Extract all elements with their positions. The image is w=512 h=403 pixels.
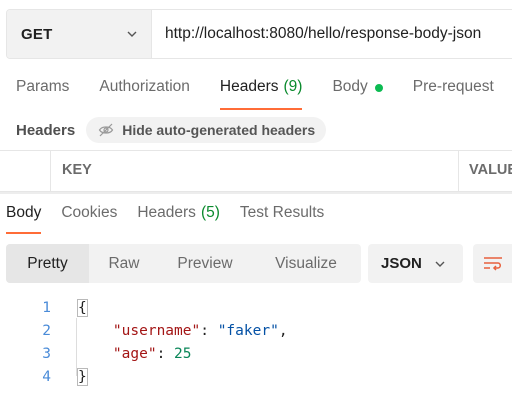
method-select[interactable]: GET: [7, 10, 152, 58]
headers-toolbar: Headers Hide auto-generated headers: [16, 116, 327, 144]
body-status-dot: [374, 84, 383, 92]
request-tabs: Params Authorization Headers (9) Body Pre…: [16, 78, 512, 110]
code-text: "username": "faker",: [78, 323, 288, 339]
json-colon: :: [156, 346, 175, 362]
json-key: "age": [112, 346, 157, 362]
tab-body-label: Body: [332, 78, 368, 95]
code-text: }: [77, 368, 88, 386]
tab-params-label: Params: [16, 78, 70, 95]
json-string-value: "faker": [217, 323, 279, 339]
hide-auto-headers-label: Hide auto-generated headers: [122, 122, 316, 138]
tab-headers[interactable]: Headers (9): [219, 78, 303, 110]
tab-authorization[interactable]: Authorization: [99, 78, 189, 110]
code-text: {: [77, 299, 88, 317]
url-input[interactable]: http://localhost:8080/hello/response-bod…: [152, 10, 512, 58]
format-label: JSON: [381, 255, 422, 272]
tab-body[interactable]: Body: [332, 78, 383, 110]
code-line: 3 "age": 25: [0, 344, 512, 367]
code-line: 1 {: [0, 298, 512, 321]
hide-auto-headers-button[interactable]: Hide auto-generated headers: [86, 117, 327, 143]
headers-title: Headers: [16, 121, 76, 139]
view-raw-button[interactable]: Raw: [89, 244, 159, 283]
tab-pre-request[interactable]: Pre-request: [413, 78, 494, 110]
view-preview-button[interactable]: Preview: [159, 244, 251, 283]
tab-headers-label: Headers: [219, 78, 279, 95]
line-number: 1: [42, 300, 51, 316]
view-pretty-button[interactable]: Pretty: [6, 244, 89, 283]
response-tab-test-results[interactable]: Test Results: [240, 204, 324, 234]
response-tabs: Body Cookies Headers (5) Test Results: [6, 204, 344, 234]
response-headers-count: (5): [200, 204, 220, 221]
response-body-code[interactable]: 1 { 2 "username": "faker", 3 "age": 25 4…: [0, 298, 512, 390]
tab-pre-request-label: Pre-request: [412, 78, 494, 95]
response-tab-body-label: Body: [6, 204, 42, 221]
json-number-value: 25: [174, 346, 192, 362]
response-tab-cookies-label: Cookies: [61, 204, 118, 221]
view-visualize-button[interactable]: Visualize: [251, 244, 361, 283]
response-tab-headers-label: Headers: [137, 204, 196, 221]
open-brace: {: [77, 299, 88, 317]
line-number: 4: [42, 369, 51, 385]
code-text: "age": 25: [78, 346, 192, 362]
json-key: "username": [112, 323, 201, 339]
chevron-down-icon: [435, 261, 445, 267]
response-tab-headers[interactable]: Headers (5): [137, 204, 220, 234]
tab-authorization-label: Authorization: [99, 78, 190, 95]
code-line: 4 }: [0, 367, 512, 390]
checkbox-column: [0, 151, 51, 191]
chevron-down-icon: [127, 31, 137, 37]
tab-params[interactable]: Params: [16, 78, 69, 110]
format-select[interactable]: JSON: [368, 244, 463, 283]
request-bar: GET http://localhost:8080/hello/response…: [6, 9, 512, 59]
close-brace: }: [77, 368, 88, 386]
response-tab-body[interactable]: Body: [6, 204, 42, 234]
line-number: 2: [42, 323, 51, 339]
method-label: GET: [21, 25, 53, 43]
pane-splitter[interactable]: [0, 192, 512, 194]
key-column-header: KEY: [62, 162, 92, 178]
json-colon: :: [200, 323, 218, 339]
wrap-lines-icon: [484, 256, 502, 271]
json-comma: ,: [278, 323, 288, 339]
eye-off-icon: [98, 123, 114, 137]
wrap-lines-button[interactable]: [473, 244, 512, 283]
code-line: 2 "username": "faker",: [0, 321, 512, 344]
value-column-header: VALUE: [469, 162, 512, 178]
headers-count-badge: (9): [283, 78, 303, 95]
column-divider[interactable]: [458, 151, 459, 191]
response-tab-test-results-label: Test Results: [239, 204, 325, 221]
headers-table-header: KEY VALUE: [0, 150, 512, 192]
line-number: 3: [42, 346, 51, 362]
response-tab-cookies[interactable]: Cookies: [61, 204, 117, 234]
view-mode-toggle: Pretty Raw Preview Visualize: [6, 244, 361, 283]
